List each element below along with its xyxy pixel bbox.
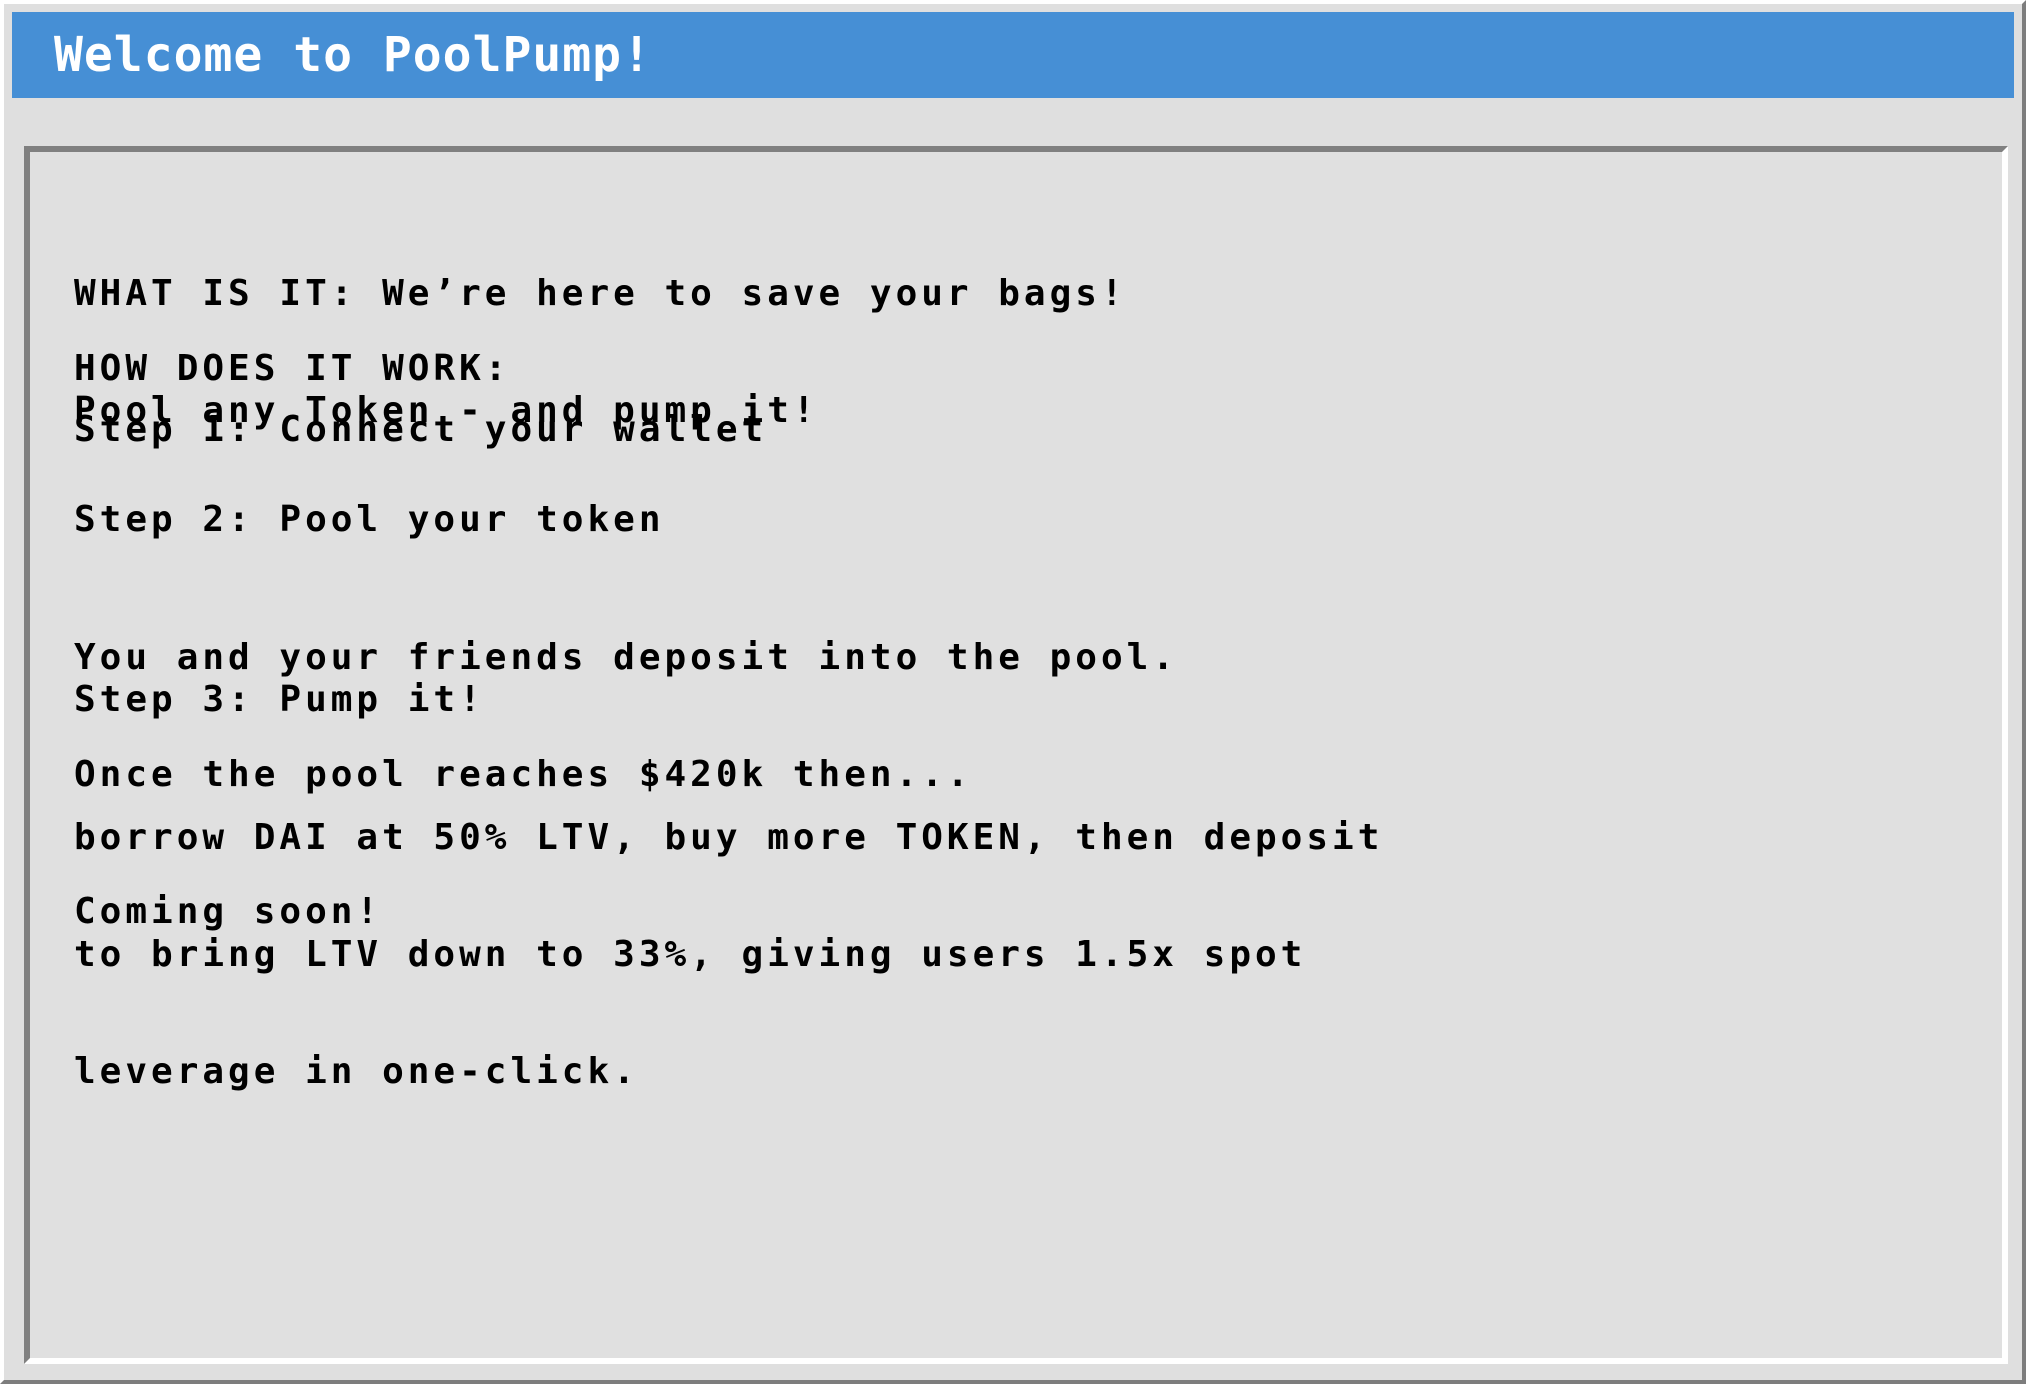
- step-3-line: to bring LTV down to 33%, giving users 1…: [74, 934, 1307, 975]
- step-3-line: borrow DAI at 50% LTV, buy more TOKEN, t…: [74, 817, 1384, 858]
- step-3-heading: Step 3: Pump it!: [74, 679, 485, 720]
- what-is-it-line: WHAT IS IT: We’re here to save your bags…: [74, 273, 1127, 314]
- content-panel[interactable]: WHAT IS IT: We’re here to save your bags…: [24, 146, 2008, 1364]
- step-1-heading: Step 1: Connect your wallet: [74, 409, 768, 450]
- welcome-window: Welcome to PoolPump! WHAT IS IT: We’re h…: [0, 0, 2026, 1384]
- window-title: Welcome to PoolPump!: [54, 27, 652, 83]
- title-bar[interactable]: Welcome to PoolPump!: [12, 12, 2014, 98]
- step-3-description: borrow DAI at 50% LTV, buy more TOKEN, t…: [74, 740, 1383, 1169]
- step-2-line: You and your friends deposit into the po…: [74, 637, 1178, 678]
- coming-soon-text: Coming soon!: [74, 891, 383, 932]
- step-2-heading: Step 2: Pool your token: [74, 499, 665, 540]
- how-heading: HOW DOES IT WORK:: [74, 348, 511, 389]
- step-3-line: leverage in one-click.: [74, 1051, 639, 1092]
